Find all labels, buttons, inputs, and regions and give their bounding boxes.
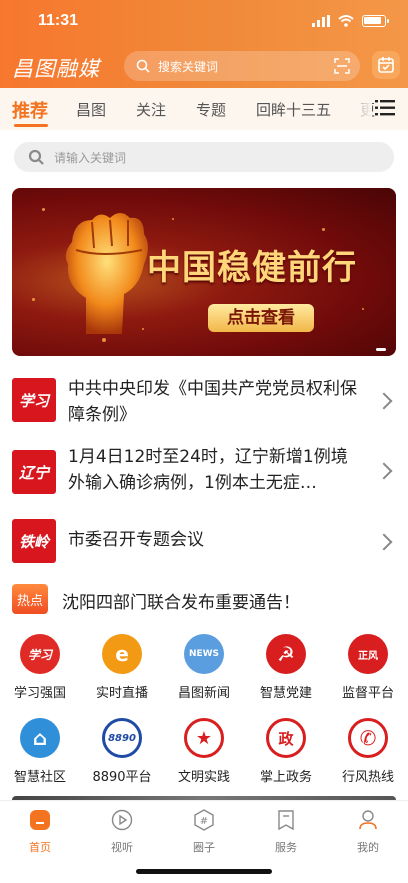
service-government[interactable]: 政 掌上政务 bbox=[246, 718, 326, 785]
status-icons bbox=[312, 15, 389, 27]
tabbar-service[interactable]: 服务 bbox=[256, 809, 316, 855]
hot-news-title[interactable]: 沈阳四部门联合发布重要通告！ bbox=[62, 588, 300, 613]
service-label: 智慧党建 bbox=[259, 686, 312, 701]
party-icon: ☭ bbox=[266, 634, 306, 674]
signal-icon bbox=[312, 15, 330, 27]
calendar-button[interactable] bbox=[372, 51, 400, 79]
service-label: 掌上政务 bbox=[259, 770, 312, 785]
hotline-icon: ✆ bbox=[348, 718, 388, 758]
service-icon bbox=[278, 810, 294, 831]
news-item[interactable]: 学习 中共中央印发《中国共产党党员权利保障条例》 bbox=[0, 372, 408, 432]
news-title: 市委召开专题会议 bbox=[68, 530, 204, 550]
service-civilization[interactable]: ★ 文明实践 bbox=[164, 718, 244, 785]
tabbar-label: 首页 bbox=[29, 841, 51, 854]
tabbar-label: 我的 bbox=[357, 841, 379, 854]
platform-8890-icon: 8890 bbox=[102, 718, 142, 758]
tabbar-label: 服务 bbox=[275, 841, 297, 854]
tabbar-home[interactable]: 首页 bbox=[10, 809, 70, 855]
tab-recommend[interactable]: 推荐 bbox=[12, 97, 48, 123]
profile-icon bbox=[359, 810, 377, 830]
play-icon bbox=[111, 809, 133, 831]
wifi-icon bbox=[338, 15, 354, 27]
tab-review[interactable]: 回眸十三五 bbox=[256, 99, 331, 120]
tabbar-label: 视听 bbox=[111, 841, 133, 854]
home-indicator bbox=[136, 869, 272, 874]
service-8890[interactable]: 8890 8890平台 bbox=[82, 718, 162, 785]
service-community[interactable]: ⌂ 智慧社区 bbox=[0, 718, 80, 785]
active-tab-indicator bbox=[14, 124, 48, 127]
hot-badge: 热点 bbox=[12, 584, 48, 614]
content-search-input[interactable]: 请输入关键词 bbox=[14, 142, 394, 172]
svg-text:#: # bbox=[200, 816, 208, 827]
news-item[interactable]: 铁岭 市委召开专题会议 bbox=[0, 517, 408, 565]
banner-title: 中国稳健前行 bbox=[147, 248, 357, 288]
service-supervision[interactable]: 正风 监督平台 bbox=[328, 634, 408, 701]
service-label: 监督平台 bbox=[341, 686, 394, 701]
service-label: 学习强国 bbox=[13, 686, 66, 701]
tab-fade bbox=[342, 88, 372, 130]
scan-icon[interactable] bbox=[334, 58, 350, 74]
chevron-right-icon bbox=[375, 462, 393, 480]
news-source-badge: 学习 bbox=[12, 378, 56, 422]
search-placeholder: 请输入关键词 bbox=[54, 150, 127, 165]
search-icon bbox=[28, 149, 44, 165]
tab-topics[interactable]: 专题 bbox=[196, 99, 226, 120]
service-hotline[interactable]: ✆ 行风热线 bbox=[328, 718, 408, 785]
status-time: 11:31 bbox=[38, 12, 79, 29]
chevron-right-icon bbox=[375, 392, 393, 410]
civilization-icon: ★ bbox=[184, 718, 224, 758]
tab-follow[interactable]: 关注 bbox=[136, 99, 166, 120]
home-icon bbox=[30, 810, 50, 830]
government-icon: 政 bbox=[266, 718, 306, 758]
menu-icon[interactable] bbox=[375, 99, 395, 117]
community-icon: ⌂ bbox=[20, 718, 60, 758]
news-title: 中共中央印发《中国共产党党员权利保障条例》 bbox=[68, 379, 357, 425]
banner-pager bbox=[376, 348, 386, 351]
service-news[interactable]: NEWS 昌图新闻 bbox=[164, 634, 244, 701]
header-search-bar[interactable]: 搜索关键词 bbox=[124, 51, 360, 81]
service-label: 实时直播 bbox=[95, 686, 148, 701]
calendar-icon bbox=[378, 57, 394, 73]
news-globe-icon: NEWS bbox=[184, 634, 224, 674]
battery-icon bbox=[362, 15, 389, 27]
news-source-badge: 铁岭 bbox=[12, 519, 56, 563]
live-icon: e bbox=[102, 634, 142, 674]
tabbar-media[interactable]: 视听 bbox=[92, 809, 152, 855]
xuexi-icon: 学习 bbox=[20, 634, 60, 674]
news-item[interactable]: 辽宁 1月4日12时至24时，辽宁新增1例境外输入确诊病例，1例本土无症… bbox=[0, 444, 408, 504]
service-xuexi[interactable]: 学习 学习强国 bbox=[0, 634, 80, 701]
chevron-right-icon bbox=[375, 533, 393, 551]
status-bar: 11:31 bbox=[0, 12, 408, 34]
tab-changtu[interactable]: 昌图 bbox=[76, 99, 106, 120]
promo-banner[interactable]: 中国稳健前行 点击查看 bbox=[12, 188, 396, 356]
news-title: 1月4日12时至24时，辽宁新增1例境外输入确诊病例，1例本土无症… bbox=[68, 447, 348, 493]
circle-icon: # bbox=[194, 809, 214, 831]
service-live[interactable]: e 实时直播 bbox=[82, 634, 162, 701]
tabbar-profile[interactable]: 我的 bbox=[338, 809, 398, 855]
supervision-icon: 正风 bbox=[348, 634, 388, 674]
service-label: 智慧社区 bbox=[13, 770, 66, 785]
service-label: 行风热线 bbox=[341, 770, 394, 785]
service-label: 昌图新闻 bbox=[177, 686, 230, 701]
tabbar-circle[interactable]: # 圈子 bbox=[174, 809, 234, 855]
service-label: 文明实践 bbox=[177, 770, 230, 785]
tabbar-label: 圈子 bbox=[193, 841, 215, 854]
header-search-placeholder: 搜索关键词 bbox=[158, 59, 219, 74]
service-party[interactable]: ☭ 智慧党建 bbox=[246, 634, 326, 701]
app-header: 11:31 昌图融媒 搜索关键词 bbox=[0, 0, 408, 88]
service-label: 8890平台 bbox=[92, 770, 152, 785]
app-logo: 昌图融媒 bbox=[12, 57, 100, 81]
news-source-badge: 辽宁 bbox=[12, 450, 56, 494]
banner-cta-button[interactable]: 点击查看 bbox=[208, 304, 314, 332]
search-icon bbox=[136, 59, 150, 73]
